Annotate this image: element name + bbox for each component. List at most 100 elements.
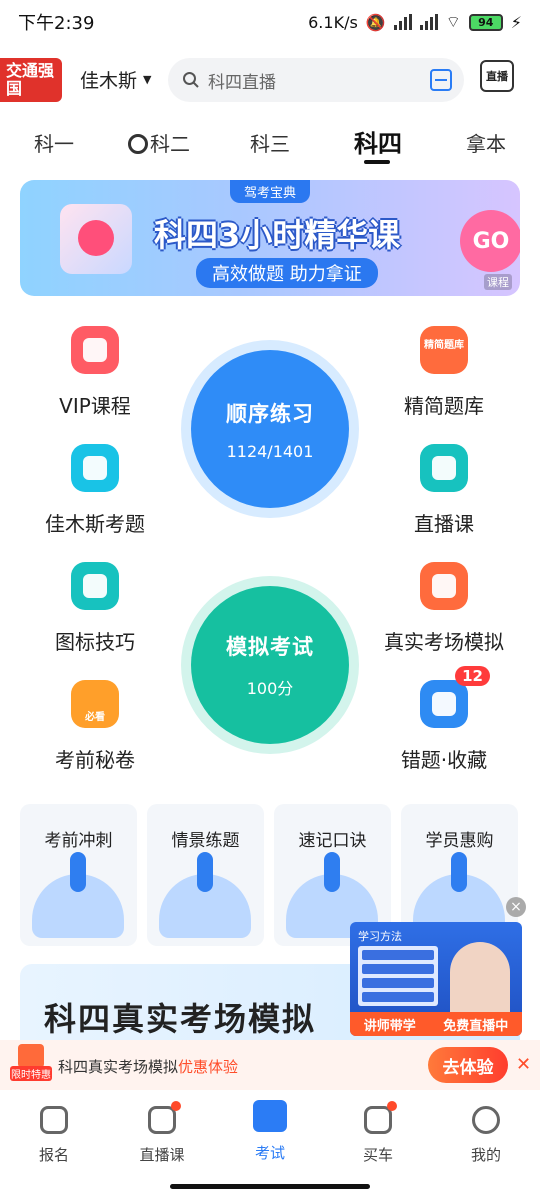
offer-text: 科四真实考场模拟优惠体验 bbox=[58, 1056, 238, 1077]
study-step bbox=[362, 978, 434, 988]
offer-main-text: 科四真实考场模拟 bbox=[58, 1058, 179, 1076]
real-exam-sim[interactable]: 真实考场模拟 bbox=[364, 562, 524, 655]
tab-ke2[interactable]: 科二 bbox=[128, 128, 190, 157]
gift-icon: 限时特惠 bbox=[10, 1044, 52, 1084]
nav-label: 买车 bbox=[362, 1146, 393, 1164]
close-offer-icon[interactable]: ✕ bbox=[516, 1054, 531, 1075]
vip-icon bbox=[71, 326, 119, 374]
notification-dot bbox=[171, 1101, 181, 1111]
location-icon bbox=[71, 444, 119, 492]
study-method-list bbox=[358, 946, 438, 1006]
mute-icon: 🔕 bbox=[365, 12, 386, 32]
offer-highlight: 优惠体验 bbox=[178, 1058, 239, 1076]
tv-icon bbox=[148, 1101, 181, 1134]
secret-paper[interactable]: 必看 考前秘卷 bbox=[15, 680, 175, 773]
signup-icon bbox=[40, 1106, 68, 1134]
clipboard-icon: 必看 bbox=[71, 680, 119, 728]
nav-label: 我的 bbox=[470, 1146, 501, 1164]
vip-course-label: VIP课程 bbox=[59, 394, 131, 418]
status-bar: 下午2:39 6.1K/s 🔕 ⌔ 94 ⚡ bbox=[0, 0, 540, 44]
subject-tabs: 科一 科二 科三 科四 拿本 bbox=[0, 122, 540, 166]
search-placeholder: 科四直播 bbox=[208, 72, 276, 93]
video-right-label: 免费直播中 bbox=[443, 1018, 509, 1034]
quick-card-sprint[interactable]: 考前冲刺 bbox=[20, 804, 137, 946]
refined-bank[interactable]: 精简题库 精简题库 bbox=[364, 326, 524, 419]
monitor-icon bbox=[420, 562, 468, 610]
try-now-button[interactable]: 去体验 bbox=[428, 1047, 508, 1083]
quick-card-title: 学员惠购 bbox=[425, 831, 494, 851]
quick-card-title: 情景练题 bbox=[171, 831, 240, 851]
sequential-practice-button[interactable]: 顺序练习 1124/1401 bbox=[191, 350, 349, 508]
local-exam[interactable]: 佳木斯考题 bbox=[15, 444, 175, 537]
mock-exam-score: 100分 bbox=[246, 679, 294, 698]
tab-ke1[interactable]: 科一 bbox=[34, 128, 74, 157]
signal-icon-2 bbox=[419, 14, 438, 30]
search-bar[interactable]: 科四直播 bbox=[168, 58, 464, 102]
status-icons: 6.1K/s 🔕 ⌔ 94 ⚡ bbox=[308, 12, 522, 32]
smile-icon bbox=[472, 1106, 500, 1134]
nav-label: 考试 bbox=[254, 1144, 285, 1162]
scan-icon[interactable] bbox=[430, 69, 452, 91]
banner-title: 科四3小时精华课 bbox=[154, 216, 401, 254]
network-speed: 6.1K/s bbox=[308, 12, 358, 32]
refined-bank-label: 精简题库 bbox=[404, 394, 484, 418]
instructor-avatar bbox=[450, 942, 510, 1022]
home-indicator bbox=[170, 1184, 370, 1189]
mock-exam-button[interactable]: 模拟考试 100分 bbox=[191, 586, 349, 744]
steering-wheel-icon bbox=[128, 134, 148, 154]
app-logo[interactable]: 交通强国 bbox=[0, 58, 62, 102]
tab-naben[interactable]: 拿本 bbox=[466, 128, 506, 157]
study-step bbox=[362, 964, 434, 974]
tab-ke4[interactable]: 科四 bbox=[354, 124, 402, 159]
refined-bank-icon: 精简题库 bbox=[420, 326, 468, 374]
quick-card-title: 速记口诀 bbox=[298, 831, 367, 851]
nav-live-course[interactable]: 直播课 bbox=[122, 1101, 202, 1165]
course-banner[interactable]: 驾考宝典 科四3小时精华课 高效做题 助力拿证 GO 课程 bbox=[20, 180, 520, 296]
video-icon bbox=[420, 444, 468, 492]
sprint-illustration bbox=[32, 852, 124, 938]
nav-label: 直播课 bbox=[139, 1146, 185, 1164]
tab-ke3[interactable]: 科三 bbox=[250, 128, 290, 157]
promo-card-title: 科四真实考场模拟 bbox=[44, 1000, 317, 1038]
tab-ke2-label: 科二 bbox=[150, 132, 190, 156]
nav-profile[interactable]: 我的 bbox=[446, 1106, 526, 1165]
mistakes-favorites-label: 错题·收藏 bbox=[400, 748, 488, 772]
signal-icon bbox=[393, 14, 412, 30]
video-footer: 讲师带学 免费直播中 bbox=[350, 1012, 522, 1036]
practice-progress: 1124/1401 bbox=[226, 441, 314, 461]
floating-live-video[interactable]: 学习方法 讲师带学 免费直播中 bbox=[350, 922, 522, 1036]
caret-down-icon: ▼ bbox=[143, 73, 152, 86]
icon-tips[interactable]: 图标技巧 bbox=[15, 562, 175, 655]
banner-subtitle: 高效做题 助力拿证 bbox=[196, 258, 378, 288]
offer-tag: 限时特惠 bbox=[10, 1066, 52, 1081]
live-tv-button[interactable]: 直播 bbox=[480, 60, 514, 92]
nav-signup[interactable]: 报名 bbox=[14, 1106, 94, 1165]
live-course-label: 直播课 bbox=[414, 512, 474, 536]
active-tab-indicator bbox=[364, 160, 390, 164]
city-name: 佳木斯 bbox=[80, 70, 138, 92]
banner-tag: 课程 bbox=[484, 274, 512, 290]
practice-title: 顺序练习 bbox=[226, 401, 314, 426]
city-selector[interactable]: 佳木斯 ▼ bbox=[80, 66, 151, 93]
banner-go-button[interactable]: GO bbox=[460, 210, 520, 272]
car-icon bbox=[364, 1101, 397, 1134]
close-video-button[interactable]: × bbox=[506, 897, 526, 917]
video-header: 学习方法 bbox=[358, 930, 402, 943]
notification-dot bbox=[387, 1101, 397, 1111]
top-bar: 交通强国 佳木斯 ▼ 科四直播 直播 bbox=[0, 52, 540, 112]
banner-badge: 驾考宝典 bbox=[230, 180, 311, 203]
nav-buy-car[interactable]: 买车 bbox=[338, 1101, 418, 1165]
real-exam-sim-label: 真实考场模拟 bbox=[384, 630, 504, 654]
vip-course[interactable]: VIP课程 bbox=[15, 326, 175, 419]
exam-folder-icon bbox=[253, 1100, 287, 1132]
refined-bank-icon-text: 精简题库 bbox=[424, 340, 464, 351]
wifi-icon: ⌔ bbox=[445, 12, 461, 31]
quick-card-scenario[interactable]: 情景练题 bbox=[147, 804, 264, 946]
nav-label: 报名 bbox=[38, 1146, 69, 1164]
battery-icon: 94 bbox=[468, 13, 503, 31]
offer-bar[interactable]: 限时特惠 科四真实考场模拟优惠体验 去体验 ✕ bbox=[0, 1040, 540, 1090]
nav-exam[interactable]: 考试 bbox=[230, 1100, 310, 1163]
mistakes-favorites[interactable]: 12 错题·收藏 bbox=[364, 666, 524, 773]
turn-sign-icon bbox=[71, 562, 119, 610]
live-course[interactable]: 直播课 bbox=[364, 444, 524, 537]
